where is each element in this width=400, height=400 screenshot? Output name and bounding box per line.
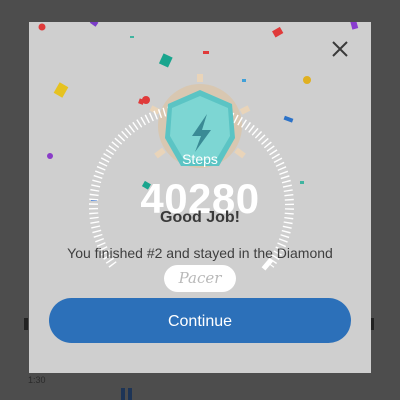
background-pause-icon: [121, 388, 133, 400]
background-time-text: 1:30: [28, 375, 46, 385]
steps-label: Steps: [182, 151, 218, 167]
close-icon[interactable]: [331, 40, 349, 58]
background-edge-mark: [24, 318, 28, 330]
pacer-logo: Pacer: [164, 265, 236, 292]
result-message: You finished #2 and stayed in the Diamon…: [67, 245, 333, 261]
congrats-title: Good Job!: [160, 209, 240, 226]
continue-button[interactable]: Continue: [49, 298, 351, 343]
achievement-modal: Steps 40280 Good Job! You finished #2 an…: [29, 22, 371, 373]
